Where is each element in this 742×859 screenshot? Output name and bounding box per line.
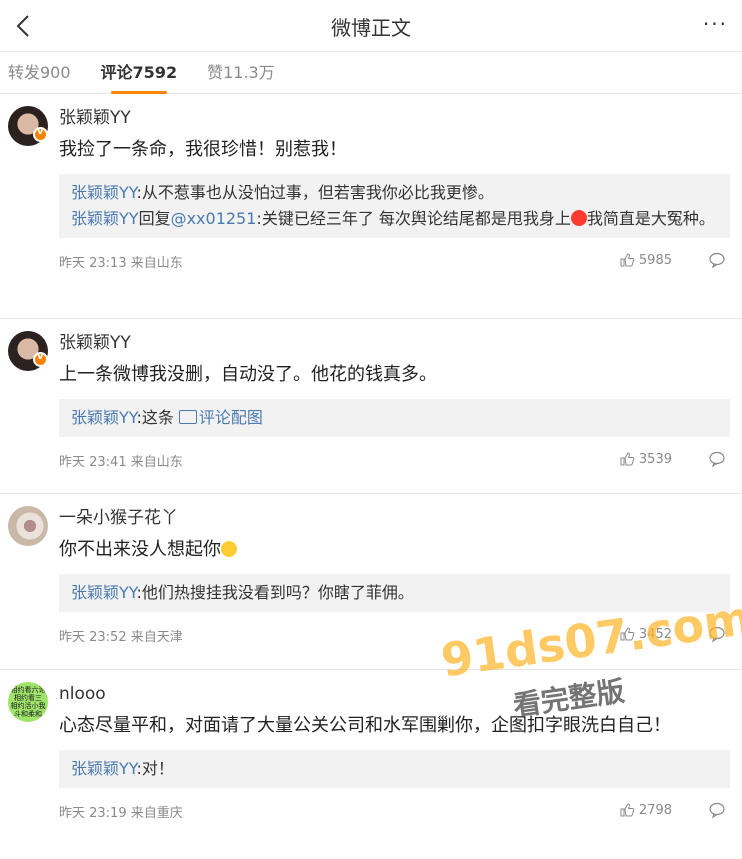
- avatar[interactable]: [8, 506, 48, 546]
- reply-text: :关键已经三年了 每次舆论结尾都是甩我身上: [256, 209, 571, 228]
- reply-box[interactable]: 张颖颖YY:从不惹事也从没怕过事，但若害我你必比我更惨。 张颖颖YY回复@xx0…: [59, 174, 730, 238]
- like-count: 3452: [638, 626, 672, 642]
- reply-box[interactable]: 张颖颖YY:这条 评论配图: [59, 399, 730, 437]
- comment-bubble-icon[interactable]: [708, 450, 726, 468]
- timestamp: 昨天 23:52 来自天津: [59, 630, 183, 645]
- comment-meta: 昨天 23:41 来自山东 3539: [59, 449, 730, 471]
- reply-user[interactable]: 张颖颖YY: [71, 759, 136, 778]
- top-bar: 微博正文 ···: [0, 0, 742, 52]
- comment-meta: 昨天 23:19 来自重庆 2798: [59, 800, 730, 822]
- comment-author[interactable]: nlooo: [59, 682, 730, 706]
- reply-box[interactable]: 张颖颖YY:他们热搜挂我没看到吗？你瞎了菲佣。: [59, 574, 730, 612]
- reply-text: :对！: [136, 759, 174, 778]
- comment-item: 张颖颖YY 我捡了一条命，我很珍惜！别惹我！ 张颖颖YY:从不惹事也从没怕过事，…: [0, 94, 742, 319]
- tab-bar: 转发900 评论7592 赞11.3万: [0, 52, 742, 94]
- thumbs-up-icon: [620, 452, 635, 466]
- reply-text-cont: 我简直是大冤种。: [586, 209, 715, 228]
- reply-user[interactable]: 张颖颖YY: [71, 209, 139, 228]
- comment-text-content: 你不出来没人想起你: [59, 539, 221, 560]
- timestamp: 昨天 23:13 来自山东: [59, 256, 183, 271]
- verified-badge-icon: [33, 126, 48, 142]
- reply-text: :从不惹事也从没怕过事，但若害我你必比我更惨。: [136, 183, 494, 202]
- comment-item: 张颖颖YY 上一条微博我没删，自动没了。他花的钱真多。 张颖颖YY:这条 评论配…: [0, 319, 742, 494]
- comment-author[interactable]: 张颖颖YY: [59, 331, 730, 355]
- comment-text: 心态尽量平和，对面请了大量公关公司和水军围剿你，企图扣字眼洗白自己！: [59, 715, 671, 736]
- comment-author[interactable]: 一朵小猴子花丫: [59, 506, 730, 530]
- more-options-icon[interactable]: ···: [703, 12, 728, 36]
- image-icon: [178, 410, 197, 424]
- comment-bubble-icon[interactable]: [708, 625, 726, 643]
- reply-user[interactable]: 张颖颖YY: [71, 408, 136, 427]
- like-button[interactable]: 2798: [619, 802, 672, 818]
- reply-line: 张颖颖YY:从不惹事也从没怕过事，但若害我你必比我更惨。: [71, 180, 718, 206]
- reply-user[interactable]: 张颖颖YY: [71, 183, 136, 202]
- comment-meta: 昨天 23:52 来自天津 3452: [59, 624, 730, 646]
- reply-text: :这条: [136, 408, 179, 427]
- reply-user[interactable]: 张颖颖YY: [71, 583, 136, 602]
- tab-comments[interactable]: 评论7592: [101, 52, 177, 94]
- laughing-emoji-icon: [221, 541, 237, 557]
- comment-author[interactable]: 张颖颖YY: [59, 106, 730, 130]
- like-button[interactable]: 3539: [619, 451, 672, 467]
- thumbs-up-icon: [620, 253, 635, 267]
- comment-item: 一朵小猴子花丫 你不出来没人想起你 张颖颖YY:他们热搜挂我没看到吗？你瞎了菲佣…: [0, 494, 742, 670]
- verified-badge-icon: [33, 351, 48, 367]
- comment-text: 我捡了一条命，我很珍惜！别惹我！: [59, 139, 347, 160]
- reply-box[interactable]: 张颖颖YY:对！: [59, 750, 730, 788]
- avatar-text: 相约看六论 相约看三 相约活小我 斗和柔和: [10, 686, 46, 718]
- comment-bubble-icon[interactable]: [708, 801, 726, 819]
- page-title: 微博正文: [331, 16, 411, 40]
- timestamp: 昨天 23:41 来自山东: [59, 455, 183, 470]
- like-button[interactable]: 5985: [619, 252, 672, 268]
- comment-text: 上一条微博我没删，自动没了。他花的钱真多。: [59, 364, 437, 385]
- comment-bubble-icon[interactable]: [708, 251, 726, 269]
- comment-item: 相约看六论 相约看三 相约活小我 斗和柔和 nlooo 心态尽量平和，对面请了大…: [0, 670, 742, 859]
- tab-reposts[interactable]: 转发900: [8, 52, 71, 94]
- timestamp: 昨天 23:19 来自重庆: [59, 806, 183, 821]
- like-count: 2798: [638, 802, 672, 818]
- thumbs-up-icon: [620, 803, 635, 817]
- angry-emoji-icon: [570, 210, 587, 226]
- like-button[interactable]: 3452: [619, 626, 672, 642]
- comment-meta: 昨天 23:13 来自山东 5985: [59, 250, 730, 272]
- reply-text: :他们热搜挂我没看到吗？你瞎了菲佣。: [136, 583, 414, 602]
- thumbs-up-icon: [620, 627, 635, 641]
- reply-label: 回复: [138, 209, 171, 228]
- like-count: 5985: [638, 252, 672, 268]
- tab-likes[interactable]: 赞11.3万: [207, 52, 275, 94]
- reply-line: 张颖颖YY回复@xx01251:关键已经三年了 每次舆论结尾都是甩我身上 我简直是…: [71, 206, 718, 232]
- avatar[interactable]: 相约看六论 相约看三 相约活小我 斗和柔和: [8, 682, 48, 722]
- image-link[interactable]: 评论配图: [199, 408, 263, 427]
- comment-text: 你不出来没人想起你: [59, 536, 730, 564]
- mention-link[interactable]: @xx01251: [171, 209, 257, 228]
- like-count: 3539: [638, 451, 672, 467]
